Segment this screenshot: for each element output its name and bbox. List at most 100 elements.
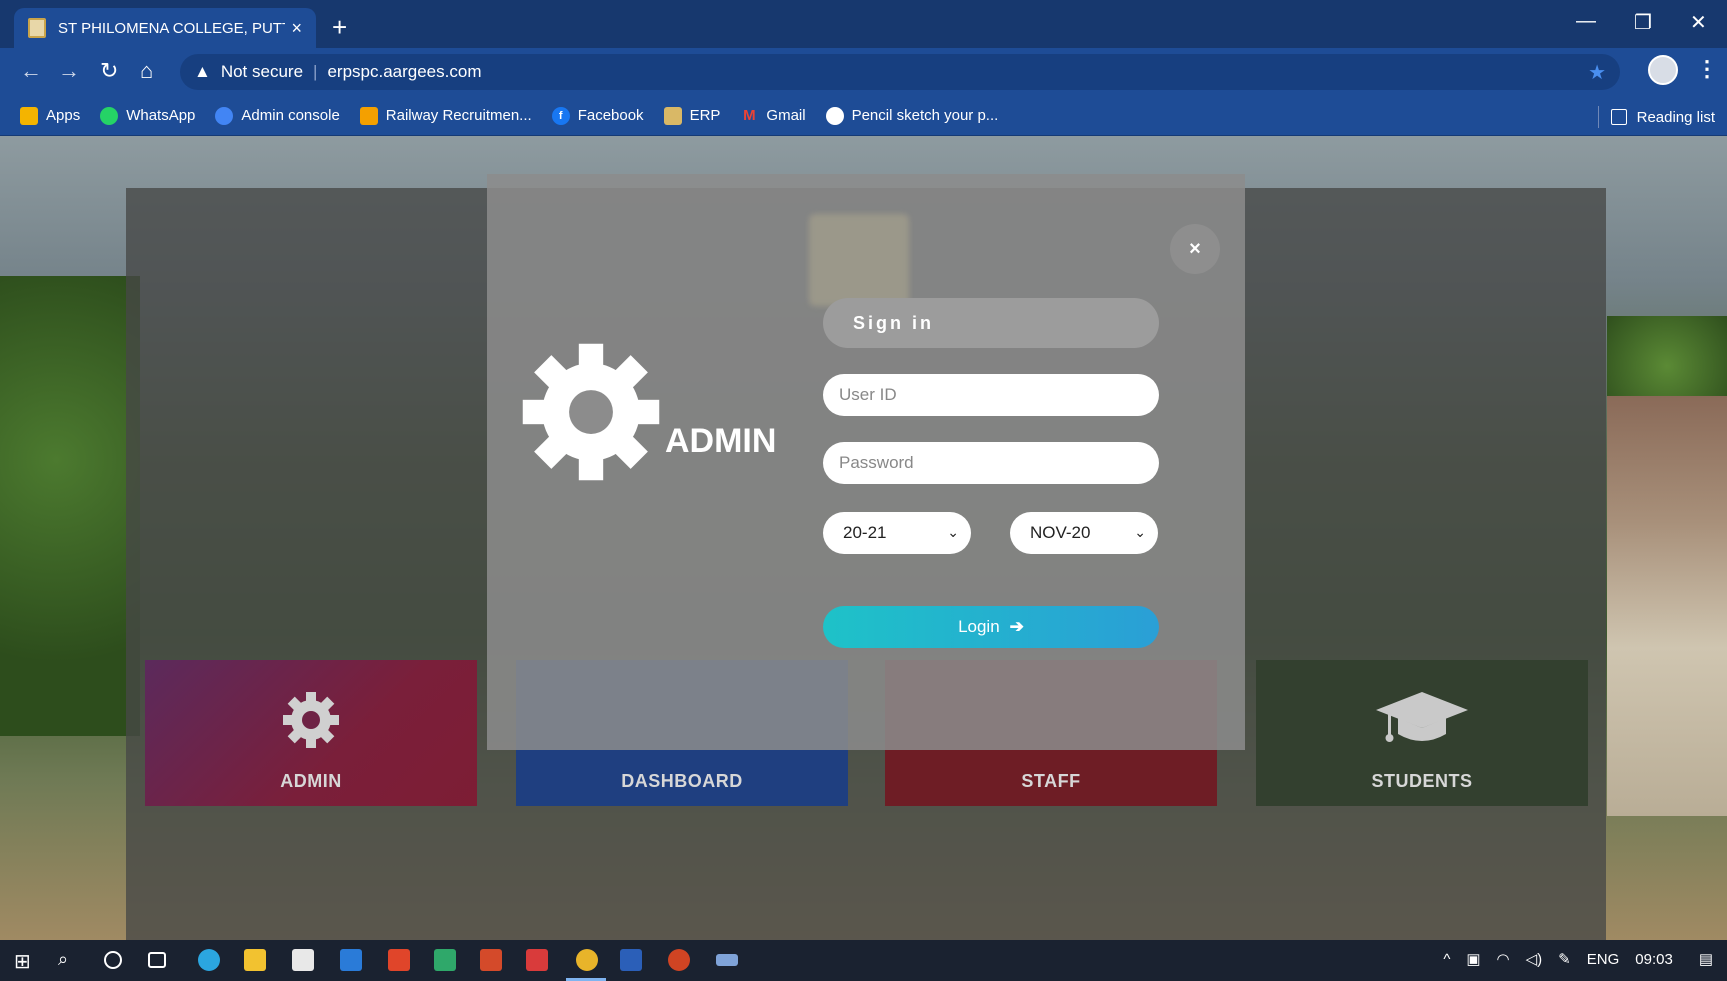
tab-close-icon[interactable]: × (291, 18, 302, 39)
restore-button[interactable]: ❐ (1634, 10, 1652, 35)
system-tray: ^ ▣ ◠ ◁) ✎ ENG 09:03 ▤ (1427, 950, 1713, 969)
bookmark-gmail[interactable]: M Gmail (740, 107, 805, 125)
word-icon[interactable] (620, 949, 642, 971)
security-status: Not secure (220, 62, 304, 81)
academic-year-value: 20-21 (843, 523, 887, 542)
background-trees (0, 276, 140, 736)
reading-list-label: Reading list (1636, 108, 1715, 126)
bookmark-label: Railway Recruitmen... (385, 107, 532, 124)
bookmark-whatsapp[interactable]: WhatsApp (100, 106, 196, 125)
staff-tile-label: STAFF (1021, 771, 1081, 791)
admin-gear-icon (522, 343, 660, 481)
bookmark-label: Apps (46, 107, 81, 124)
edge-icon[interactable] (198, 949, 220, 971)
bookmark-apps[interactable]: Apps (20, 106, 81, 125)
page-viewport: ADMIN DASHBOARD STAFF STUDENTS × ADMIN S… (0, 136, 1727, 940)
students-tile[interactable]: STUDENTS (1256, 660, 1588, 806)
railway-icon (359, 106, 378, 125)
login-modal: × ADMIN Sign in 20-21 ⌄ NOV-20 (487, 174, 1245, 750)
sign-in-header: Sign in (823, 298, 1159, 348)
college-favicon-icon (28, 18, 46, 38)
minimize-button[interactable]: — (1576, 10, 1596, 33)
url-text: erpspc.aargees.com (327, 62, 482, 81)
profile-avatar[interactable] (1648, 55, 1678, 85)
pen-icon[interactable]: ✎ (1558, 950, 1571, 968)
browser-tab-strip: ST PHILOMENA COLLEGE, PUTTU × + — ❐ ✕ (0, 0, 1727, 48)
notifications-icon[interactable]: ▤ (1699, 950, 1713, 968)
wifi-icon[interactable]: ◠ (1497, 950, 1510, 968)
address-separator: | (313, 62, 318, 81)
task-view-icon[interactable] (148, 952, 166, 968)
tab-title: ST PHILOMENA COLLEGE, PUTTU (58, 19, 286, 37)
new-tab-button[interactable]: + (332, 12, 347, 42)
volume-icon[interactable]: ◁) (1526, 950, 1543, 968)
bookmark-star-icon[interactable]: ★ (1588, 60, 1606, 85)
login-label: Login (958, 617, 1000, 636)
admin-tile-label: ADMIN (280, 771, 342, 791)
bookmark-label: Admin console (241, 107, 340, 124)
gear-icon (283, 692, 339, 748)
back-arrow-icon[interactable]: ← (20, 58, 42, 84)
bookmark-admin-console[interactable]: Admin console (215, 106, 340, 125)
search-icon[interactable]: ⌕ (58, 949, 80, 971)
bookmarks-bar: Apps WhatsApp Admin console Railway Recr… (0, 96, 1727, 136)
user-id-input[interactable] (823, 374, 1159, 416)
windows-taskbar: ⊞ ⌕ ^ ▣ ◠ ◁) ✎ ENG 09:03 ▤ (0, 940, 1727, 981)
bookmark-label: Facebook (577, 107, 644, 124)
window-close-button[interactable]: ✕ (1690, 10, 1707, 35)
address-bar[interactable]: ▲ Not secure | erpspc.aargees.com ★ (180, 54, 1620, 90)
windows-start-icon[interactable]: ⊞ (14, 949, 36, 973)
password-input[interactable] (823, 442, 1159, 484)
dashboard-tile-label: DASHBOARD (621, 771, 743, 791)
file-explorer-icon[interactable] (244, 949, 266, 971)
month-select[interactable]: NOV-20 ⌄ (1010, 512, 1158, 554)
month-value: NOV-20 (1030, 523, 1091, 542)
bookmark-pencil-sketch[interactable]: Pencil sketch your p... (825, 106, 998, 125)
facebook-icon: f (551, 106, 570, 125)
students-tile-label: STUDENTS (1371, 771, 1473, 791)
media-icon[interactable] (526, 949, 548, 971)
clock[interactable]: 09:03 (1635, 951, 1673, 968)
paint-icon[interactable] (480, 949, 502, 971)
home-icon[interactable]: ⌂ (140, 58, 153, 84)
chevron-down-icon: ⌄ (947, 524, 959, 540)
chevron-up-icon[interactable]: ^ (1443, 951, 1450, 968)
college-logo (809, 214, 909, 306)
arrow-right-icon: ➔ (1009, 617, 1024, 636)
chevron-down-icon: ⌄ (1134, 524, 1146, 540)
gmail-icon: M (743, 107, 756, 124)
network-icon[interactable]: ▣ (1466, 950, 1480, 968)
warning-icon: ▲ (194, 62, 211, 81)
bookmark-label: ERP (689, 107, 721, 124)
admin-tile[interactable]: ADMIN (145, 660, 477, 806)
shield-icon[interactable] (434, 949, 456, 971)
chrome-icon[interactable] (576, 949, 598, 971)
background-building (1607, 396, 1727, 816)
erp-icon (663, 106, 682, 125)
reload-icon[interactable]: ↻ (100, 58, 118, 84)
forward-arrow-icon[interactable]: → (58, 58, 80, 84)
academic-year-select[interactable]: 20-21 ⌄ (823, 512, 971, 554)
cortana-icon[interactable] (104, 951, 122, 969)
store-icon[interactable] (292, 949, 314, 971)
bookmark-label: Gmail (766, 107, 806, 124)
browser-tab[interactable]: ST PHILOMENA COLLEGE, PUTTU × (14, 8, 316, 48)
bookmark-facebook[interactable]: f Facebook (551, 106, 644, 125)
modal-close-button[interactable]: × (1170, 224, 1220, 274)
powerpoint-icon[interactable] (668, 949, 690, 971)
reading-list-button[interactable]: Reading list (1597, 106, 1715, 128)
bookmark-railway[interactable]: Railway Recruitmen... (359, 106, 532, 125)
language-indicator[interactable]: ENG (1587, 951, 1620, 968)
login-button[interactable]: Login ➔ (823, 606, 1159, 648)
office-icon[interactable] (388, 949, 410, 971)
graduation-cap-icon (1376, 692, 1468, 742)
mail-icon[interactable] (340, 949, 362, 971)
browser-menu-icon[interactable]: ⋮ (1696, 56, 1718, 82)
keyboard-icon[interactable] (716, 954, 738, 966)
bookmark-erp[interactable]: ERP (663, 106, 721, 125)
admin-console-icon (215, 106, 234, 125)
bookmark-divider (1597, 106, 1599, 128)
apps-icon (20, 106, 38, 125)
bookmark-label: WhatsApp (126, 107, 196, 124)
globe-icon (825, 106, 844, 125)
